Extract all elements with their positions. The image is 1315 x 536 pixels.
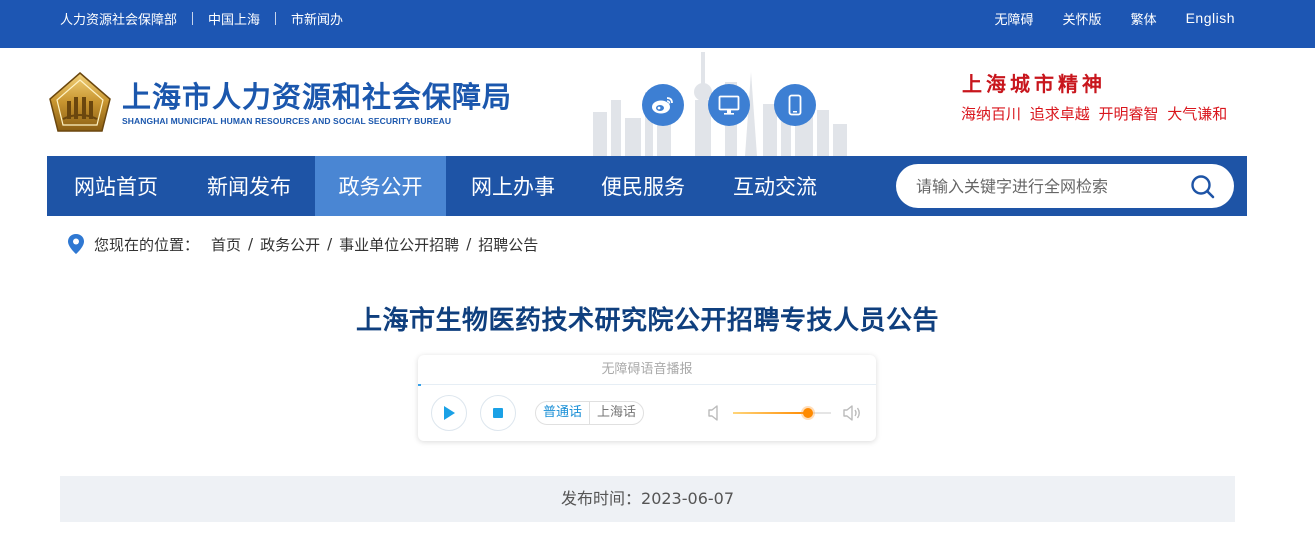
nav-gov-affairs[interactable]: 政务公开 xyxy=(315,156,446,216)
care-mode-link[interactable]: 关怀版 xyxy=(1063,9,1102,28)
audio-caption: 无障碍语音播报 xyxy=(418,355,876,385)
breadcrumb-label: 您现在的位置： xyxy=(94,235,200,254)
publish-date: 2023-06-07 xyxy=(641,489,734,508)
page-title: 上海市生物医药技术研究院公开招聘专技人员公告 xyxy=(355,306,939,336)
nav-interaction[interactable]: 互动交流 xyxy=(710,156,840,216)
link-news-office[interactable]: 市新闻办 xyxy=(291,9,343,28)
nav-online-services[interactable]: 网上办事 xyxy=(448,156,578,216)
mobile-button[interactable] xyxy=(774,84,816,126)
city-spirit-text: 海纳百川 追求卓越 开明睿智 大气谦和 xyxy=(961,105,1228,123)
breadcrumb-announcements[interactable]: 招聘公告 xyxy=(478,234,538,255)
nav-convenience[interactable]: 便民服务 xyxy=(578,156,708,216)
bureau-emblem-icon[interactable] xyxy=(47,71,113,133)
audio-player: 无障碍语音播报 普通话 上海话 xyxy=(418,355,876,441)
site-name[interactable]: 上海市人力资源和社会保障局 xyxy=(122,74,512,116)
dialect-shanghainese[interactable]: 上海话 xyxy=(590,402,643,424)
play-button[interactable] xyxy=(431,395,467,431)
dialect-mandarin[interactable]: 普通话 xyxy=(536,402,591,424)
divider xyxy=(192,11,194,25)
search-icon[interactable] xyxy=(1190,174,1216,200)
traditional-chinese-link[interactable]: 繁体 xyxy=(1131,9,1157,28)
breadcrumb-home[interactable]: 首页 xyxy=(211,234,241,255)
breadcrumb-gov-affairs[interactable]: 政务公开 xyxy=(260,234,320,255)
stop-icon xyxy=(493,408,503,418)
breadcrumb-separator: / xyxy=(327,235,333,253)
top-links-right: 无障碍 关怀版 繁体 English xyxy=(966,0,1235,36)
site-name-english: SHANGHAI MUNICIPAL HUMAN RESOURCES AND S… xyxy=(122,116,452,126)
english-link[interactable]: English xyxy=(1186,10,1235,26)
breadcrumb-separator: / xyxy=(248,235,254,253)
link-mohrss[interactable]: 人力资源社会保障部 xyxy=(60,9,177,28)
play-icon xyxy=(444,406,455,420)
search-input[interactable] xyxy=(916,164,1186,208)
breadcrumb-separator: / xyxy=(466,235,472,253)
breadcrumb-recruitment[interactable]: 事业单位公开招聘 xyxy=(339,234,459,255)
volume-low-icon[interactable] xyxy=(707,404,723,422)
desktop-icon xyxy=(718,95,740,115)
location-pin-icon xyxy=(68,234,84,254)
mobile-icon xyxy=(788,94,802,116)
desktop-button[interactable] xyxy=(708,84,750,126)
city-spirit-title: 上海城市精神 xyxy=(962,72,1106,96)
publish-label: 发布时间： xyxy=(561,489,642,508)
volume-slider-handle[interactable] xyxy=(803,408,814,418)
main-nav: 网站首页 新闻发布 政务公开 网上办事 便民服务 互动交流 xyxy=(47,156,1247,216)
volume-slider-fill xyxy=(733,412,809,414)
dialect-toggle: 普通话 上海话 xyxy=(535,401,645,425)
nav-home[interactable]: 网站首页 xyxy=(47,156,185,216)
weibo-icon xyxy=(652,97,673,114)
nav-news[interactable]: 新闻发布 xyxy=(185,156,313,216)
volume-high-icon[interactable] xyxy=(842,403,862,423)
accessibility-link[interactable]: 无障碍 xyxy=(995,9,1034,28)
weibo-button[interactable] xyxy=(642,84,684,126)
stop-button[interactable] xyxy=(480,395,516,431)
audio-progress-bar[interactable] xyxy=(418,384,421,386)
top-links-left: 人力资源社会保障部 中国上海 市新闻办 xyxy=(60,0,343,36)
search-box xyxy=(896,164,1234,208)
breadcrumb: 您现在的位置： 首页 / 政务公开 / 事业单位公开招聘 / 招聘公告 xyxy=(66,232,538,256)
publish-info: 发布时间：2023-06-07 xyxy=(60,476,1235,522)
top-bar: 人力资源社会保障部 中国上海 市新闻办 无障碍 关怀版 繁体 English xyxy=(0,0,1315,48)
site-header: 上海市人力资源和社会保障局 SHANGHAI MUNICIPAL HUMAN R… xyxy=(0,48,1315,156)
link-china-shanghai[interactable]: 中国上海 xyxy=(208,9,260,28)
divider xyxy=(275,11,277,25)
volume-slider[interactable] xyxy=(733,408,831,418)
